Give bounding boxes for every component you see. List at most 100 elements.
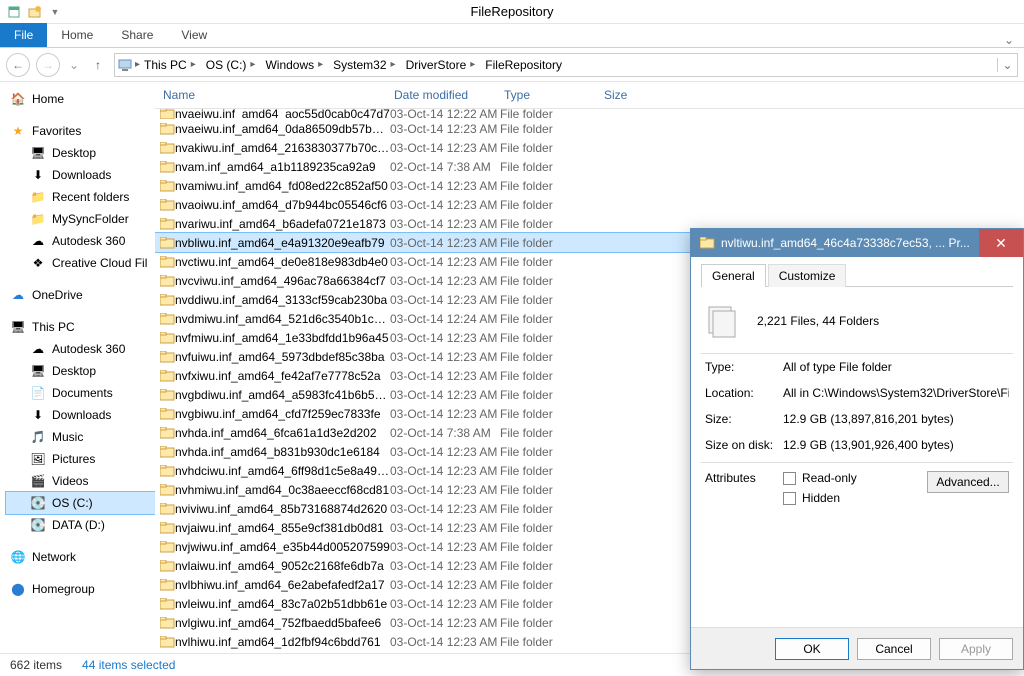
nav-onedrive[interactable]: ☁OneDrive (6, 284, 155, 306)
sidebar-item[interactable]: 🎵 Music (6, 426, 155, 448)
file-type: File folder (500, 312, 600, 326)
status-items: 662 items (10, 658, 62, 672)
file-type: File folder (500, 578, 600, 592)
chevron-right-icon[interactable]: ▸ (470, 59, 475, 70)
dialog-titlebar[interactable]: nvltiwu.inf_amd64_46c4a73338c7ec53, ... … (691, 229, 1023, 257)
nav-item-label: Creative Cloud Fil (52, 256, 147, 270)
qat-properties-icon[interactable] (6, 3, 24, 21)
bc-windows[interactable]: Windows (265, 58, 314, 72)
file-name: nvfuiwu.inf_amd64_5973dbdef85c38ba (175, 350, 390, 364)
back-button[interactable]: ← (6, 53, 30, 77)
table-row[interactable]: nvamiwu.inf_amd64_fd08ed22c852af5003-Oct… (155, 176, 1024, 195)
properties-dialog: nvltiwu.inf_amd64_46c4a73338c7ec53, ... … (690, 228, 1024, 670)
chevron-right-icon[interactable]: ▸ (318, 59, 323, 70)
up-button[interactable]: ↑ (88, 55, 108, 75)
nav-homegroup[interactable]: ⬤Homegroup (6, 578, 155, 600)
file-tab[interactable]: File (0, 23, 47, 47)
sidebar-item[interactable]: 🖥Desktop (6, 360, 155, 382)
col-name[interactable]: Name (155, 82, 390, 108)
table-row[interactable]: nvaeiwu.inf_amd64_0da86509db57bd7503-Oct… (155, 119, 1024, 138)
qat-newfolder-icon[interactable] (26, 3, 44, 21)
table-row[interactable]: nvakiwu.inf_amd64_2163830377b70cd303-Oct… (155, 138, 1024, 157)
nav-network[interactable]: 🌐Network (6, 546, 155, 568)
cancel-button[interactable]: Cancel (857, 638, 931, 660)
folder-icon (155, 370, 175, 382)
col-date[interactable]: Date modified (390, 82, 500, 108)
nav-item-label: Videos (52, 474, 88, 488)
table-row[interactable]: nvaoiwu.inf_amd64_d7b944bc05546cf603-Oct… (155, 195, 1024, 214)
tab-customize[interactable]: Customize (768, 264, 847, 287)
tab-view[interactable]: View (167, 23, 221, 47)
status-selected: 44 items selected (82, 658, 175, 672)
location-label: Location: (705, 386, 783, 400)
bc-system32[interactable]: System32 (333, 58, 386, 72)
ok-button[interactable]: OK (775, 638, 849, 660)
sidebar-item[interactable]: 💽OS (C:) (6, 492, 155, 514)
sidebar-item[interactable]: 📄Documents (6, 382, 155, 404)
type-label: Type: (705, 360, 783, 374)
sidebar-item[interactable]: ☁Autodesk 360 (6, 338, 155, 360)
file-type: File folder (500, 217, 600, 231)
nav-item-label: Desktop (52, 364, 96, 378)
hidden-checkbox[interactable]: Hidden (783, 491, 927, 505)
cloud-icon: ☁ (10, 287, 26, 303)
ribbon-tabs: File Home Share View ⌄ (0, 24, 1024, 48)
sidebar-item[interactable]: ❖Creative Cloud Fil (6, 252, 155, 274)
bc-osc[interactable]: OS (C:) (206, 58, 247, 72)
nav-thispc[interactable]: 🖥This PC (6, 316, 155, 338)
nav-item-icon: 🎵 (30, 429, 46, 445)
folder-icon (155, 332, 175, 344)
file-type: File folder (500, 635, 600, 649)
breadcrumb-dropdown-icon[interactable]: ⌄ (997, 58, 1017, 72)
file-type: File folder (500, 407, 600, 421)
file-type: File folder (500, 597, 600, 611)
file-name: nvleiwu.inf_amd64_83c7a02b51dbb61e (175, 597, 390, 611)
nav-favorites[interactable]: ★Favorites (6, 120, 155, 142)
tab-share[interactable]: Share (107, 23, 167, 47)
nav-item-label: Music (52, 430, 83, 444)
advanced-button[interactable]: Advanced... (927, 471, 1009, 493)
close-button[interactable]: ✕ (979, 229, 1023, 257)
col-size[interactable]: Size (600, 82, 680, 108)
nav-item-icon: ⬇ (30, 407, 46, 423)
folder-icon (155, 142, 175, 154)
folder-icon (155, 294, 175, 306)
sidebar-item[interactable]: ☁Autodesk 360 (6, 230, 155, 252)
nav-home[interactable]: 🏠Home (6, 88, 155, 110)
sidebar-item[interactable]: 💽DATA (D:) (6, 514, 155, 536)
readonly-checkbox[interactable]: Read-only (783, 471, 927, 485)
sidebar-item[interactable]: 📁MySyncFolder (6, 208, 155, 230)
folder-icon (155, 427, 175, 439)
history-dropdown-icon[interactable]: ⌄ (66, 58, 82, 72)
folder-icon (155, 484, 175, 496)
ribbon-expand-icon[interactable]: ⌄ (994, 33, 1024, 47)
qat-dropdown-icon[interactable]: ▼ (46, 3, 64, 21)
tab-general[interactable]: General (701, 264, 766, 287)
file-name: nvariwu.inf_amd64_b6adefa0721e1873 (175, 217, 390, 231)
bc-filerepo[interactable]: FileRepository (485, 58, 562, 72)
sidebar-item[interactable]: 🖥Desktop (6, 142, 155, 164)
col-type[interactable]: Type (500, 82, 600, 108)
file-name: nvaeiwu.inf_amd64_0da86509db57bd75 (175, 122, 390, 136)
sidebar-item[interactable]: ⬇Downloads (6, 164, 155, 186)
nav-item-icon: 🎬 (30, 473, 46, 489)
chevron-right-icon[interactable]: ▸ (191, 59, 196, 70)
table-row[interactable]: nvam.inf_amd64_a1b1189235ca92a902-Oct-14… (155, 157, 1024, 176)
sidebar-item[interactable]: ⬇Downloads (6, 404, 155, 426)
sidebar-item[interactable]: 📁Recent folders (6, 186, 155, 208)
chevron-right-icon[interactable]: ▸ (391, 59, 396, 70)
forward-button[interactable]: → (36, 53, 60, 77)
tab-home[interactable]: Home (47, 23, 107, 47)
file-name: nvfxiwu.inf_amd64_fe42af7e7778c52a (175, 369, 390, 383)
file-type: File folder (500, 350, 600, 364)
file-date: 03-Oct-14 12:23 AM (390, 597, 500, 611)
bc-driverstore[interactable]: DriverStore (406, 58, 467, 72)
file-type: File folder (500, 388, 600, 402)
bc-thispc[interactable]: This PC (144, 58, 187, 72)
file-date: 03-Oct-14 12:23 AM (390, 388, 500, 402)
apply-button[interactable]: Apply (939, 638, 1013, 660)
sidebar-item[interactable]: 🎬 Videos (6, 470, 155, 492)
chevron-right-icon[interactable]: ▸ (250, 59, 255, 70)
sidebar-item[interactable]: 🖼Pictures (6, 448, 155, 470)
breadcrumb[interactable]: ▸ This PC▸ OS (C:)▸ Windows▸ System32▸ D… (114, 53, 1018, 77)
